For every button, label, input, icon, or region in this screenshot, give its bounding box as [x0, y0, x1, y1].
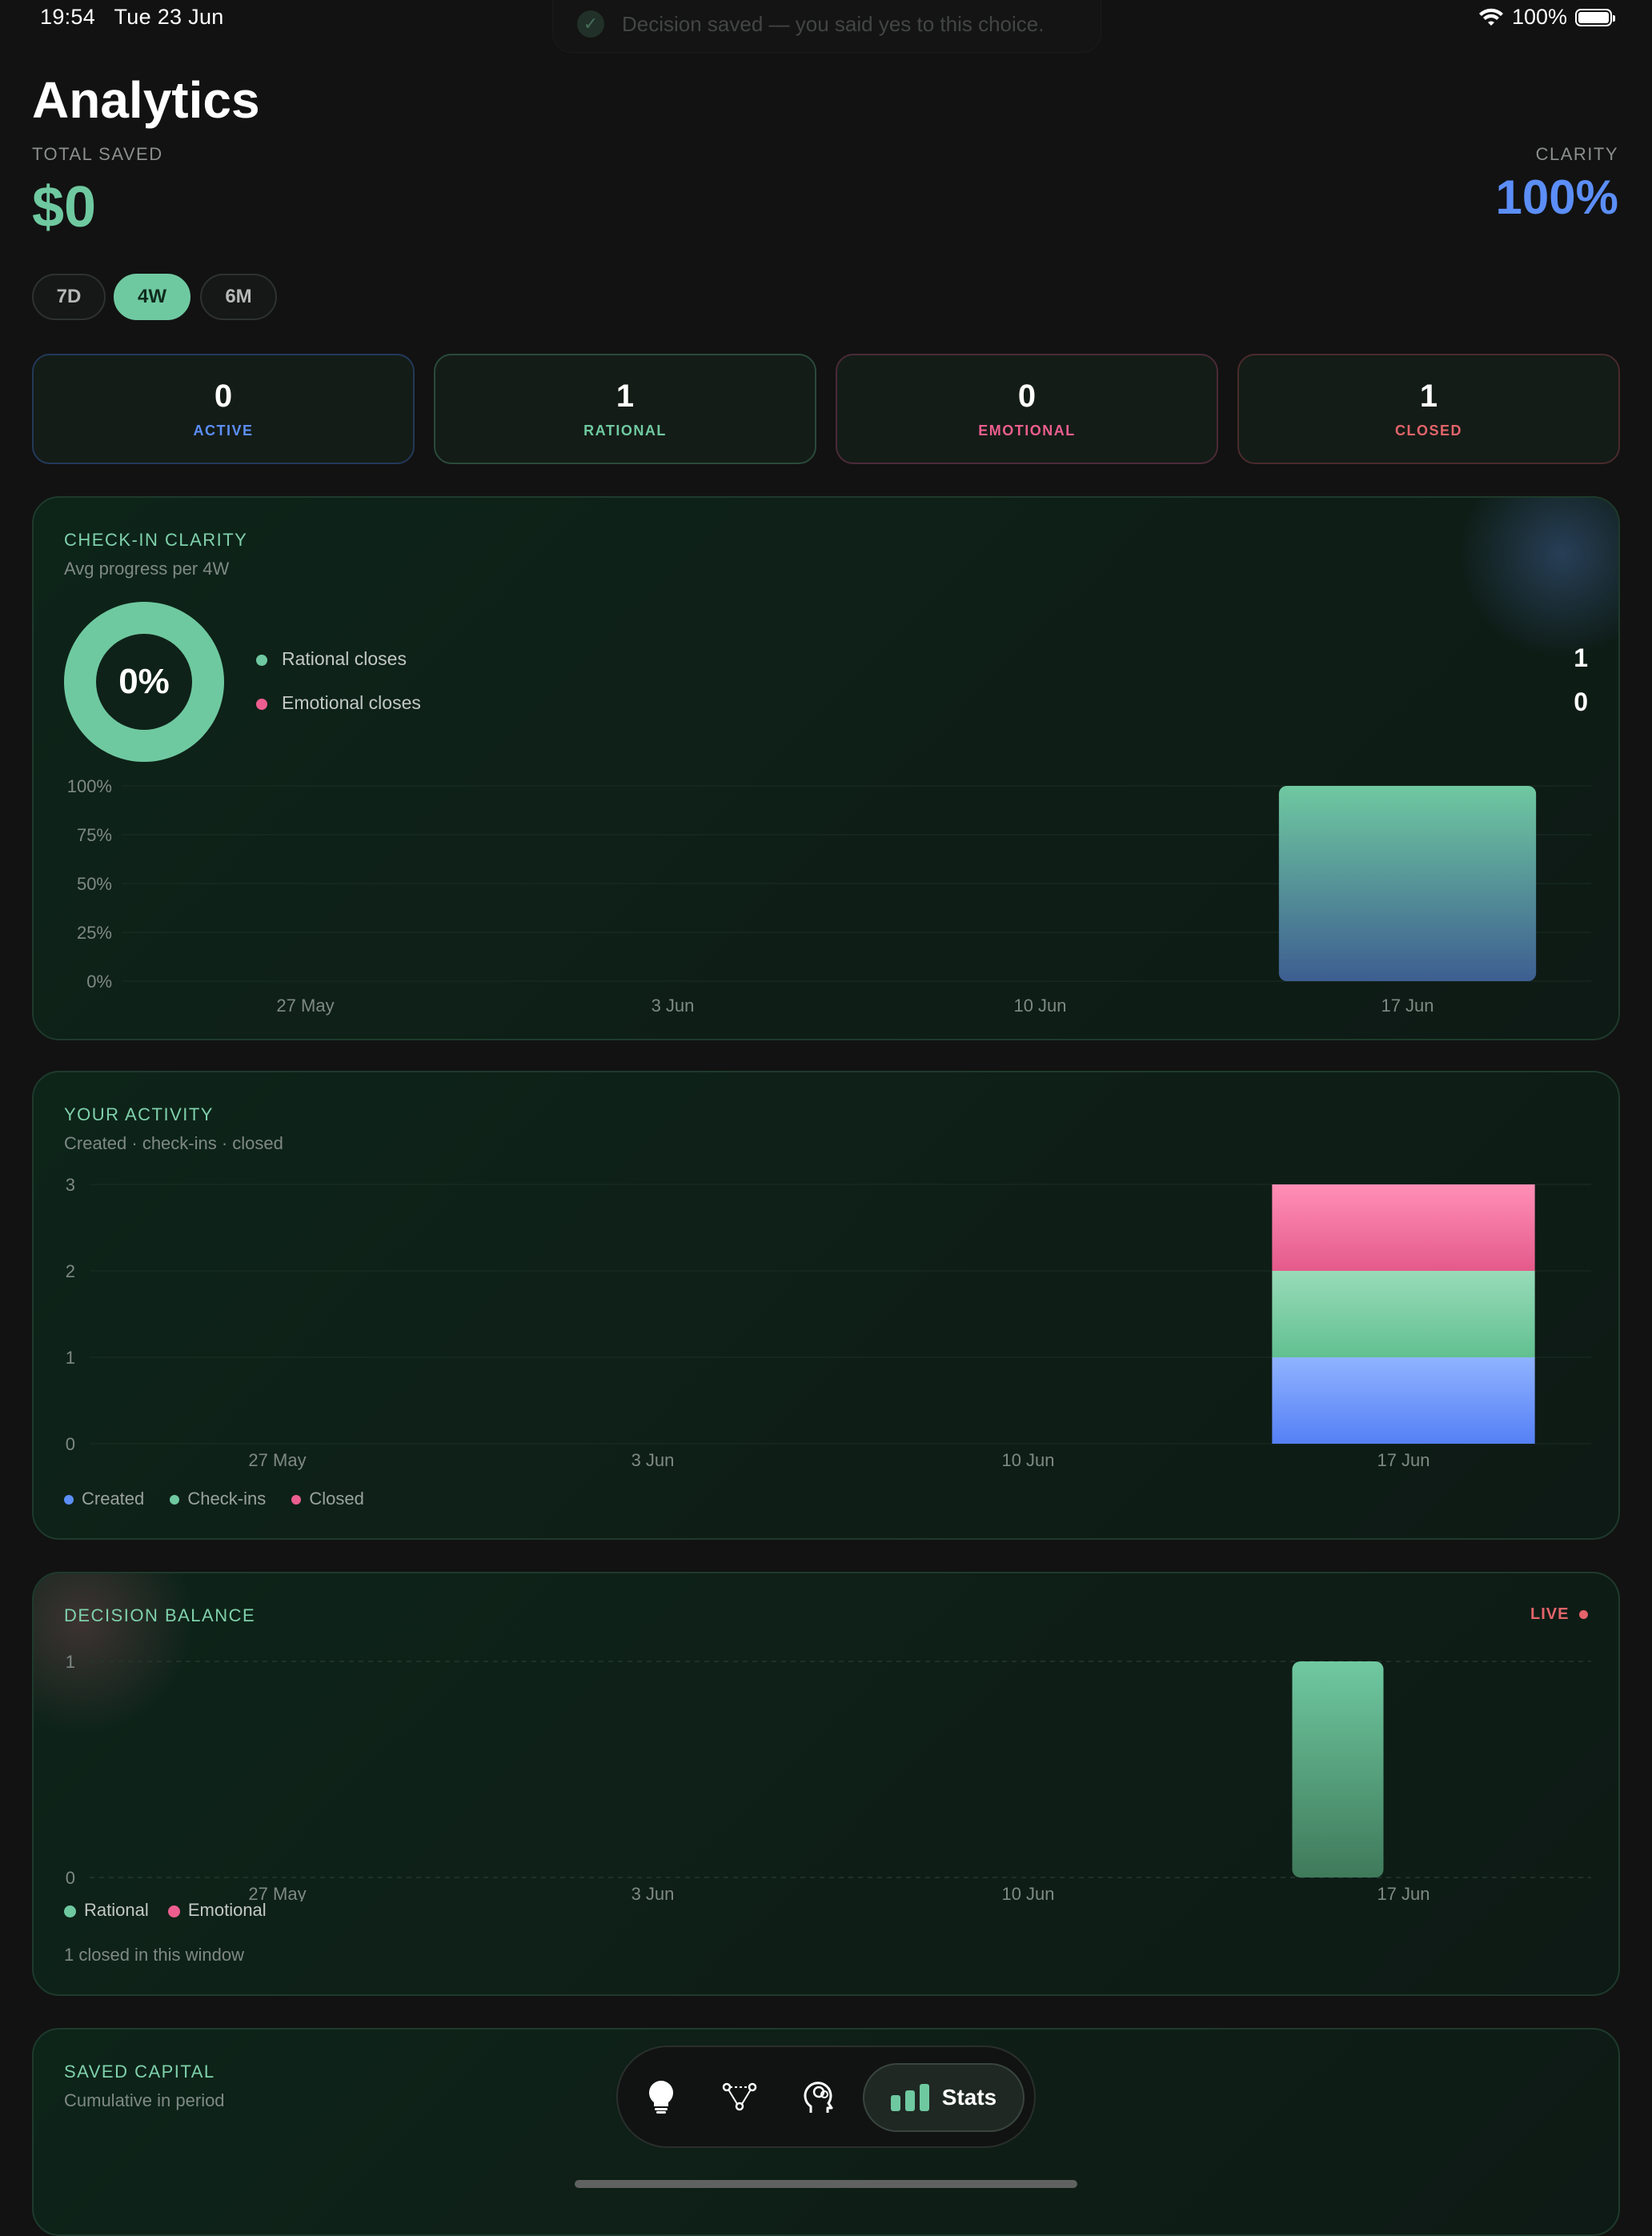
bar-segment [1272, 1271, 1535, 1357]
x-tick-label: 17 Jun [1377, 1884, 1429, 1901]
y-tick-label: 75% [77, 825, 112, 845]
your-activity-panel: YOUR ACTIVITY Created · check-ins · clos… [32, 1071, 1620, 1540]
y-tick-label: 100% [67, 776, 112, 796]
status-indicators: 100% [1478, 5, 1615, 30]
y-tick-label: 3 [66, 1175, 75, 1195]
y-tick-label: 2 [66, 1261, 75, 1281]
stat-label: EMOTIONAL [978, 423, 1076, 439]
bar-rational [1292, 1661, 1384, 1877]
range-6m-button[interactable]: 6M [200, 274, 277, 320]
emotional-closes-value: 0 [1574, 687, 1588, 716]
x-tick-label: 3 Jun [632, 1884, 675, 1901]
balance-footer: 1 closed in this window [64, 1945, 245, 1965]
x-tick-label: 17 Jun [1381, 996, 1433, 1016]
glow-decoration [1458, 498, 1618, 658]
legend-emotional-closes: Emotional closes [256, 692, 421, 714]
panel-subtitle: Avg progress per 4W [64, 559, 230, 579]
clarity-label: CLARITY [1535, 144, 1618, 164]
x-tick-label: 3 Jun [632, 1450, 675, 1470]
legend-emotional: Emotional [167, 1900, 267, 1920]
tab-stats[interactable]: Stats [863, 2063, 1024, 2132]
x-tick-label: 27 May [248, 1884, 306, 1901]
x-tick-label: 27 May [248, 1450, 306, 1470]
stat-label: RATIONAL [583, 423, 667, 439]
bottom-tab-bar: Stats [616, 2046, 1036, 2148]
legend-created: Created [64, 1489, 144, 1509]
x-tick-label: 17 Jun [1377, 1450, 1429, 1470]
y-tick-label: 0 [66, 1434, 75, 1454]
x-tick-label: 3 Jun [652, 996, 695, 1016]
live-dot-icon [1579, 1610, 1588, 1620]
decision-balance-panel: DECISION BALANCE LIVE 1 0 27 May 3 Jun 10 Ju… [32, 1572, 1620, 1996]
legend-checkins: Check-ins [170, 1489, 266, 1509]
y-tick-label: 25% [77, 923, 112, 943]
stat-card-emotional[interactable]: 0 EMOTIONAL [836, 354, 1218, 464]
toast-text: Decision saved — you said yes to this ch… [622, 11, 1045, 36]
toast-notification: ✓ Decision saved — you said yes to this … [552, 0, 1101, 53]
panel-title: DECISION BALANCE [64, 1605, 256, 1625]
stat-value: 1 [615, 379, 635, 414]
activity-legend: Created Check-ins Closed [64, 1489, 364, 1509]
stat-label: CLOSED [1394, 423, 1462, 439]
total-saved-value: $0 [32, 175, 97, 239]
tab-stats-label: Stats [941, 2085, 997, 2110]
legend-rational: Rational [64, 1900, 149, 1920]
clarity-value: 100% [1495, 170, 1618, 224]
check-circle-icon: ✓ [577, 10, 604, 38]
balance-legend: Rational Emotional [64, 1900, 267, 1921]
panel-title: SAVED CAPITAL [64, 2062, 215, 2082]
y-tick-label: 50% [77, 874, 112, 894]
live-badge: LIVE [1530, 1605, 1588, 1624]
checkin-clarity-chart: 100% 75% 50% 25% 0% 27 May 3 Jun 10 Jun 17 Jun [67, 776, 1591, 1016]
brain-head-icon[interactable] [800, 2078, 839, 2116]
range-4w-button[interactable]: 4W [114, 274, 190, 320]
stat-value: 0 [1017, 379, 1037, 414]
x-tick-label: 10 Jun [1001, 1450, 1054, 1470]
stat-label: ACTIVE [193, 423, 254, 439]
y-tick-label: 0 [66, 1868, 75, 1888]
panel-title: YOUR ACTIVITY [64, 1104, 214, 1124]
bar-segment [1272, 1357, 1535, 1444]
wifi-icon [1478, 8, 1503, 26]
stat-card-rational[interactable]: 1 RATIONAL [434, 354, 816, 464]
range-7d-button[interactable]: 7D [32, 274, 106, 320]
stat-card-active[interactable]: 0 ACTIVE [32, 354, 415, 464]
panel-subtitle: Cumulative in period [64, 2090, 225, 2110]
battery-percent: 100% [1511, 5, 1567, 29]
y-tick-label: 1 [66, 1652, 75, 1672]
bar-chart-icon [890, 2084, 929, 2111]
network-icon[interactable] [720, 2078, 759, 2116]
legend-rational-closes: Rational closes [256, 648, 407, 670]
lightbulb-icon[interactable] [642, 2078, 680, 2116]
panel-subtitle: Created · check-ins · closed [64, 1133, 283, 1153]
home-indicator [575, 2180, 1077, 2188]
bar [1278, 786, 1537, 981]
panel-title: CHECK-IN CLARITY [64, 530, 248, 550]
legend-dot [256, 654, 267, 666]
your-activity-chart: 3 2 1 0 27 May 3 Jun 10 Jun 17 Jun [66, 1175, 1591, 1470]
x-tick-label: 10 Jun [1001, 1884, 1054, 1901]
battery-icon [1575, 8, 1615, 26]
clarity-donut: 0% [64, 602, 224, 762]
rational-closes-value: 1 [1574, 643, 1588, 672]
legend-dot [256, 698, 267, 710]
page-title: Analytics [32, 71, 260, 129]
total-saved-label: TOTAL SAVED [32, 144, 163, 164]
legend-closed: Closed [291, 1489, 364, 1509]
status-time: 19:54 Tue 23 Jun [40, 5, 224, 29]
y-tick-label: 1 [66, 1348, 75, 1368]
checkin-clarity-panel: CHECK-IN CLARITY Avg progress per 4W 0% … [32, 496, 1620, 1040]
donut-value: 0% [96, 634, 192, 730]
decision-balance-chart: 1 0 27 May 3 Jun 10 Jun 17 Jun [66, 1652, 1591, 1901]
y-tick-label: 0% [86, 972, 112, 992]
x-tick-label: 10 Jun [1013, 996, 1066, 1016]
stat-card-closed[interactable]: 1 CLOSED [1237, 354, 1620, 464]
bar-segment [1272, 1184, 1535, 1271]
stat-value: 1 [1419, 379, 1438, 414]
stat-value: 0 [214, 379, 233, 414]
x-tick-label: 27 May [276, 996, 334, 1016]
